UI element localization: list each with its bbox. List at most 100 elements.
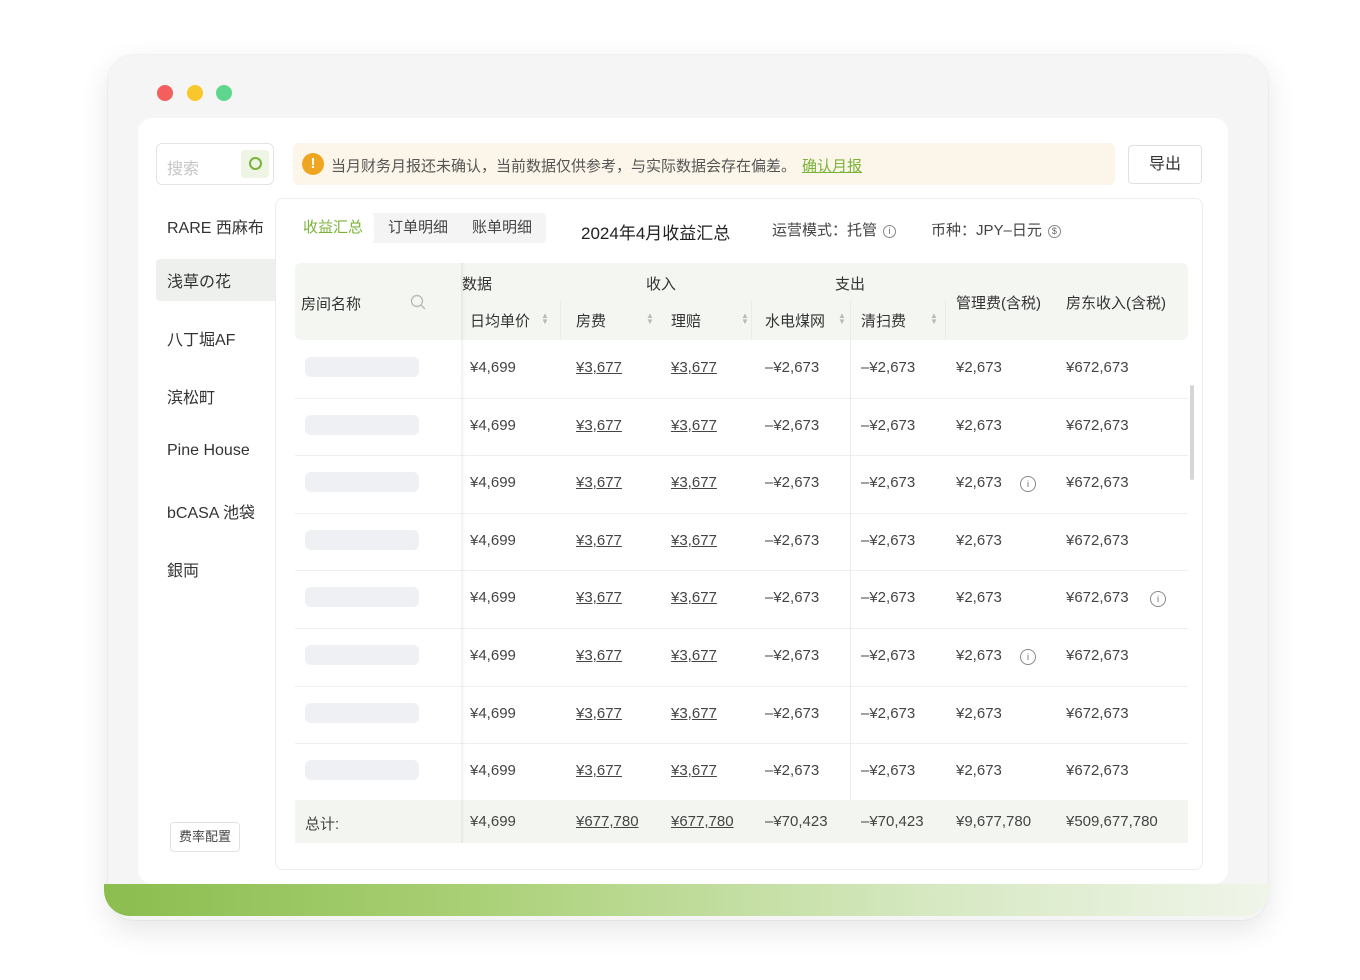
- window-bottom-accent: [104, 884, 1270, 916]
- cell-owner-income: ¥672,673: [1066, 531, 1129, 549]
- confirm-report-link[interactable]: 确认月报: [802, 158, 862, 175]
- total-utilities: –¥70,423: [765, 813, 828, 830]
- sidebar-item-room[interactable]: Pine House: [156, 433, 276, 475]
- fixed-column-shadow: [461, 263, 465, 843]
- cell-claim[interactable]: ¥3,677: [671, 589, 717, 606]
- sort-icon[interactable]: ▲ ▼: [541, 312, 549, 326]
- cell-utilities: –¥2,673: [765, 531, 820, 549]
- sidebar-item-room[interactable]: bCASA 池袋: [156, 490, 276, 532]
- column-header-mgmt-fee: 管理费(含税): [956, 295, 1041, 312]
- total-cleaning: –¥70,423: [861, 813, 924, 830]
- cell-cleaning: –¥2,673: [861, 704, 916, 722]
- cell-mgmt-fee: ¥2,673: [956, 359, 1002, 376]
- cell-mgmt-fee: ¥2,673: [956, 762, 1002, 780]
- total-room-fee[interactable]: ¥677,780: [576, 813, 639, 830]
- cell-avg-price: ¥4,699: [470, 474, 516, 492]
- cell-avg-price: ¥4,699: [470, 647, 516, 664]
- total-row: [295, 800, 1188, 843]
- cell-cleaning: –¥2,673: [861, 589, 916, 607]
- currency-info: 币种：JPY–日元 $: [931, 219, 1061, 240]
- room-name-placeholder: [305, 645, 419, 665]
- column-header-cleaning[interactable]: 清扫费: [861, 310, 906, 331]
- room-search-input[interactable]: 搜索: [156, 143, 274, 185]
- minimize-window-icon[interactable]: [187, 85, 203, 101]
- group-header-income: 收入: [646, 276, 677, 293]
- room-name-placeholder: [305, 529, 419, 550]
- row-divider: [295, 570, 1188, 572]
- room-name-placeholder: [305, 702, 419, 723]
- total-mgmt-fee: ¥9,677,780: [956, 813, 1032, 830]
- cell-utilities: –¥2,673: [765, 647, 820, 664]
- sidebar-item-room[interactable]: RARE 西麻布: [156, 205, 276, 247]
- cell-avg-price: ¥4,699: [470, 531, 516, 549]
- search-placeholder: 搜索: [167, 161, 200, 178]
- cell-avg-price: ¥4,699: [470, 416, 516, 434]
- sort-icon[interactable]: ▲ ▼: [646, 312, 654, 326]
- cell-claim[interactable]: ¥3,677: [671, 762, 717, 779]
- group-header-data: 数据: [462, 276, 493, 293]
- cell-claim[interactable]: ¥3,677: [671, 474, 717, 491]
- cell-room-fee[interactable]: ¥3,677: [576, 359, 622, 376]
- cell-mgmt-fee: ¥2,673: [956, 474, 1002, 492]
- info-icon[interactable]: i: [883, 224, 897, 238]
- table-scrollbar[interactable]: [1190, 385, 1194, 480]
- cell-avg-price: ¥4,699: [470, 359, 516, 376]
- sidebar-item-room[interactable]: 浅草の花: [156, 259, 276, 301]
- export-button[interactable]: 导出: [1128, 145, 1202, 184]
- total-owner-income: ¥509,677,780: [1066, 813, 1158, 830]
- row-divider: [295, 397, 1188, 399]
- cell-avg-price: ¥4,699: [470, 762, 516, 780]
- operation-mode: 运营模式：托管 i: [772, 219, 897, 240]
- sidebar-item-room[interactable]: 八丁堀AF: [156, 317, 276, 359]
- cell-avg-price: ¥4,699: [470, 589, 516, 607]
- column-header-utilities[interactable]: 水电煤网: [765, 310, 825, 331]
- sort-icon[interactable]: ▲ ▼: [930, 312, 938, 326]
- cell-claim[interactable]: ¥3,677: [671, 647, 717, 664]
- room-name-placeholder: [305, 414, 419, 435]
- total-label: 总计:: [305, 816, 340, 833]
- cell-room-fee[interactable]: ¥3,677: [576, 589, 622, 606]
- cell-cleaning: –¥2,673: [861, 474, 916, 492]
- cell-room-fee[interactable]: ¥3,677: [576, 705, 622, 722]
- room-filter-search-icon[interactable]: [410, 294, 426, 310]
- maximize-window-icon[interactable]: [216, 85, 232, 101]
- tab-income-summary[interactable]: 收益汇总: [292, 213, 374, 243]
- sort-icon[interactable]: ▲ ▼: [741, 312, 749, 326]
- search-icon: [248, 157, 262, 170]
- sidebar-item-room[interactable]: 滨松町: [156, 375, 276, 417]
- close-window-icon[interactable]: [157, 85, 173, 101]
- cell-claim[interactable]: ¥3,677: [671, 359, 717, 376]
- cell-room-fee[interactable]: ¥3,677: [576, 647, 622, 664]
- cell-room-fee[interactable]: ¥3,677: [576, 417, 622, 434]
- cell-owner-income: ¥672,673: [1066, 589, 1129, 607]
- cell-owner-income: ¥672,673: [1066, 762, 1129, 780]
- currency-icon[interactable]: $: [1047, 224, 1061, 238]
- total-avg-price: ¥4,699: [470, 813, 516, 830]
- table-header: [295, 263, 1188, 340]
- total-claim[interactable]: ¥677,780: [671, 813, 734, 830]
- sidebar-item-room[interactable]: 銀両: [156, 548, 276, 590]
- cell-claim[interactable]: ¥3,677: [671, 532, 717, 549]
- cell-owner-income: ¥672,673: [1066, 359, 1129, 376]
- cell-room-fee[interactable]: ¥3,677: [576, 762, 622, 779]
- cell-mgmt-fee: ¥2,673: [956, 647, 1002, 664]
- warning-icon: !: [302, 153, 324, 175]
- column-header-avg-price[interactable]: 日均单价: [470, 310, 530, 331]
- cell-claim[interactable]: ¥3,677: [671, 417, 717, 434]
- tab-bill-details[interactable]: 账单明细: [460, 213, 544, 243]
- cell-room-fee[interactable]: ¥3,677: [576, 532, 622, 549]
- sort-icon[interactable]: ▲ ▼: [838, 312, 846, 326]
- search-button[interactable]: [241, 150, 269, 178]
- tab-order-details[interactable]: 订单明细: [378, 213, 458, 243]
- cell-room-fee[interactable]: ¥3,677: [576, 474, 622, 491]
- cell-utilities: –¥2,673: [765, 359, 820, 376]
- cell-cleaning: –¥2,673: [861, 416, 916, 434]
- room-name-placeholder: [305, 472, 419, 493]
- cell-claim[interactable]: ¥3,677: [671, 705, 717, 722]
- fee-config-button[interactable]: 费率配置: [170, 822, 240, 852]
- column-header-claim[interactable]: 理赔: [671, 310, 701, 331]
- column-header-room-fee[interactable]: 房费: [576, 310, 606, 331]
- cell-owner-income: ¥672,673: [1066, 704, 1129, 722]
- cell-utilities: –¥2,673: [765, 589, 820, 607]
- info-icon[interactable]: i: [1020, 649, 1036, 665]
